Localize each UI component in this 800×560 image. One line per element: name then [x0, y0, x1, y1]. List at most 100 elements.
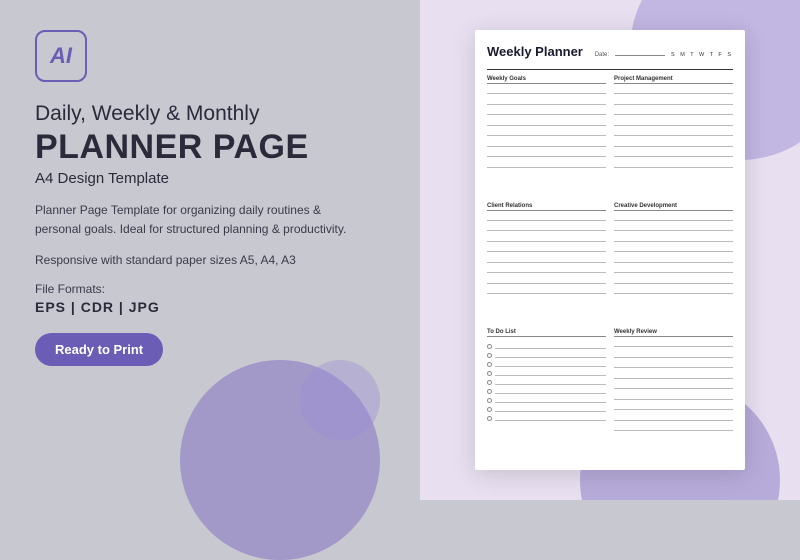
line: [614, 235, 733, 242]
todo-circle: [487, 344, 492, 349]
section-title-client-relations: Client Relations: [487, 203, 606, 211]
line: [614, 129, 733, 136]
section-lines-client-relations: [487, 214, 606, 295]
section-weekly-review: Weekly Review: [614, 329, 733, 460]
line: [487, 119, 606, 126]
line: [487, 266, 606, 273]
section-title-project-management: Project Management: [614, 76, 733, 84]
line: [614, 424, 733, 431]
line: [614, 98, 733, 105]
line: [614, 119, 733, 126]
planner-date-label: Date:: [595, 52, 609, 58]
todo-circle: [487, 389, 492, 394]
section-lines-weekly-review: [614, 340, 733, 431]
planner-header: Weekly Planner Date: S M T W T F S: [487, 44, 733, 61]
line: [487, 161, 606, 168]
line: [614, 351, 733, 358]
todo-line: [495, 352, 606, 358]
todo-circle: [487, 407, 492, 412]
section-title-todo-list: To Do List: [487, 329, 606, 337]
planner-grid: Weekly Goals Project Management: [487, 76, 733, 460]
line: [614, 245, 733, 252]
line: [614, 403, 733, 410]
line: [614, 266, 733, 273]
planner-date-area: Date: S M T W T F S: [595, 52, 733, 58]
ai-badge: AI: [35, 30, 87, 82]
todo-item: [487, 361, 606, 367]
description: Planner Page Template for organizing dai…: [35, 201, 365, 239]
line: [614, 414, 733, 421]
line: [487, 150, 606, 157]
todo-line: [495, 379, 606, 385]
todo-circle: [487, 398, 492, 403]
todo-line: [495, 361, 606, 367]
line: [614, 340, 733, 347]
section-weekly-goals: Weekly Goals: [487, 76, 606, 197]
todo-line: [495, 388, 606, 394]
line: [487, 214, 606, 221]
line: [614, 372, 733, 379]
line: [614, 382, 733, 389]
right-panel: Weekly Planner Date: S M T W T F S Weekl…: [420, 0, 800, 500]
planner-header-divider: [487, 69, 733, 70]
line: [614, 287, 733, 294]
line: [487, 140, 606, 147]
headline: Daily, Weekly & Monthly PLANNER PAGE A4 …: [35, 100, 385, 187]
section-title-creative-development: Creative Development: [614, 203, 733, 211]
left-panel: AI Daily, Weekly & Monthly PLANNER PAGE …: [0, 0, 420, 500]
headline-line2: PLANNER PAGE: [35, 129, 385, 166]
planner-title: Weekly Planner: [487, 44, 583, 59]
todo-circle: [487, 380, 492, 385]
headline-line3: A4 Design Template: [35, 170, 385, 187]
line: [487, 98, 606, 105]
todo-line: [495, 343, 606, 349]
todo-line: [495, 397, 606, 403]
line: [614, 150, 733, 157]
file-formats: File Formats: EPS | CDR | JPG: [35, 282, 385, 315]
todo-line: [495, 370, 606, 376]
file-formats-label: File Formats:: [35, 282, 385, 296]
todo-item: [487, 406, 606, 412]
ai-label: AI: [50, 43, 72, 69]
todo-circle: [487, 362, 492, 367]
todo-item: [487, 343, 606, 349]
line: [487, 129, 606, 136]
line: [614, 224, 733, 231]
planner-date-line: [615, 55, 665, 56]
ready-to-print-button[interactable]: Ready to Print: [35, 333, 163, 366]
line: [487, 256, 606, 263]
decorative-circle-small: [300, 360, 380, 440]
todo-circle: [487, 416, 492, 421]
section-creative-development: Creative Development: [614, 203, 733, 324]
line: [487, 287, 606, 294]
line: [487, 224, 606, 231]
line: [614, 87, 733, 94]
section-todo-list: To Do List: [487, 329, 606, 460]
line: [614, 256, 733, 263]
todo-items: [487, 343, 606, 421]
todo-item: [487, 352, 606, 358]
section-title-weekly-goals: Weekly Goals: [487, 76, 606, 84]
line: [614, 140, 733, 147]
line: [614, 214, 733, 221]
headline-line1: Daily, Weekly & Monthly: [35, 100, 385, 127]
todo-item: [487, 397, 606, 403]
line: [487, 245, 606, 252]
section-lines-creative-development: [614, 214, 733, 295]
todo-circle: [487, 371, 492, 376]
line: [487, 235, 606, 242]
line: [614, 361, 733, 368]
planner-document: Weekly Planner Date: S M T W T F S Weekl…: [475, 30, 745, 470]
section-title-weekly-review: Weekly Review: [614, 329, 733, 337]
file-formats-values: EPS | CDR | JPG: [35, 299, 385, 315]
section-project-management: Project Management: [614, 76, 733, 197]
section-lines-project-management: [614, 87, 733, 168]
line: [487, 277, 606, 284]
line: [614, 161, 733, 168]
line: [614, 108, 733, 115]
section-lines-weekly-goals: [487, 87, 606, 168]
line: [614, 393, 733, 400]
todo-item: [487, 379, 606, 385]
section-client-relations: Client Relations: [487, 203, 606, 324]
line: [487, 87, 606, 94]
